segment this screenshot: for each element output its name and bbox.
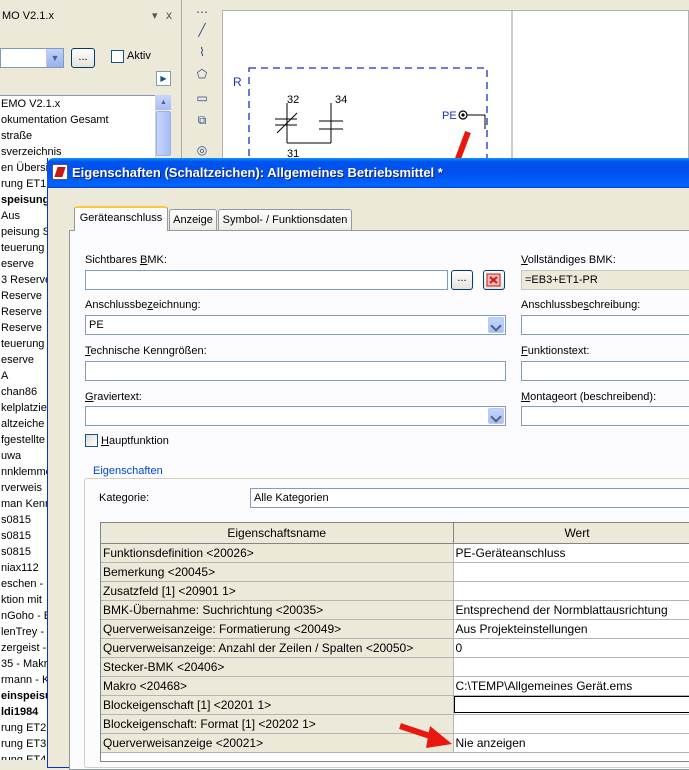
- clear-bmk-button[interactable]: [483, 270, 505, 290]
- callout-arrow: [399, 723, 452, 748]
- r-label: R: [233, 75, 242, 89]
- property-name-cell[interactable]: Querverweisanzeige: Formatierung <20049>: [101, 619, 454, 639]
- aktiv-label: Aktiv: [127, 50, 151, 62]
- aktiv-checkbox[interactable]: [111, 50, 124, 63]
- project-select[interactable]: ▼: [0, 48, 64, 68]
- anschlussbezeichnung-value: PE: [89, 319, 104, 331]
- grid-row[interactable]: Blockeigenschaft [1] <20201 1>: [101, 695, 689, 715]
- tab-anzeige[interactable]: Anzeige: [169, 209, 217, 231]
- column-header-value[interactable]: Wert: [453, 523, 689, 544]
- dialog-title: Eigenschaften (Schaltzeichen): Allgemein…: [72, 165, 443, 180]
- polygon-icon[interactable]: ⬠: [193, 66, 211, 82]
- grid-row[interactable]: Querverweisanzeige <20021> Nie anzeigen: [101, 733, 689, 753]
- grid-row[interactable]: BMK-Übernahme: Suchrichtung <20035> Entsp…: [101, 600, 689, 620]
- property-value-cell[interactable]: Nie anzeigen: [453, 733, 689, 753]
- grid-row[interactable]: Querverweisanzeige: Anzahl der Zeilen / …: [101, 638, 689, 658]
- column-header-name[interactable]: Eigenschaftsname: [101, 523, 454, 544]
- chevron-down-icon[interactable]: ▼: [46, 49, 63, 67]
- anschlussbezeichnung-label: Anschlussbezeichnung:: [85, 299, 201, 311]
- anschlussbezeichnung-combo[interactable]: PE: [85, 315, 506, 335]
- tab-symbol-funktionsdaten[interactable]: Symbol- / Funktionsdaten: [218, 209, 352, 231]
- technische-kenngroessen-input[interactable]: [85, 361, 506, 381]
- circle-icon[interactable]: ◎: [193, 142, 211, 158]
- chevron-down-icon[interactable]: [488, 408, 504, 424]
- property-value-cell[interactable]: [453, 714, 689, 734]
- funktionstext-input[interactable]: [521, 361, 689, 381]
- tab-geraeteanschluss[interactable]: Geräteanschluss: [74, 206, 168, 231]
- line-icon[interactable]: ╱: [193, 22, 211, 38]
- montageort-input[interactable]: [521, 406, 689, 426]
- eigenschaften-group-label: Eigenschaften: [91, 465, 165, 477]
- scroll-up-icon[interactable]: ▲: [156, 95, 171, 110]
- project-panel-title: MO V2.1.x: [2, 10, 54, 22]
- property-name-cell[interactable]: Funktionsdefinition <20026>: [101, 543, 454, 563]
- vollstaendiges-bmk-field: =EB3+ET1-PR: [521, 270, 689, 290]
- contact-label-32: 32: [287, 94, 299, 106]
- property-value-cell[interactable]: [453, 657, 689, 677]
- dotted-line-icon[interactable]: ⋯: [193, 4, 211, 20]
- property-value-cell[interactable]: [453, 562, 689, 582]
- tree-item[interactable]: EMO V2.1.x: [0, 96, 155, 112]
- graviertext-combo[interactable]: [85, 406, 506, 426]
- sichtbares-bmk-input[interactable]: [85, 270, 448, 290]
- property-name-cell[interactable]: Stecker-BMK <20406>: [101, 657, 454, 677]
- bmk-browse-button[interactable]: ...: [451, 270, 473, 290]
- kategorie-label: Kategorie:: [99, 492, 150, 504]
- property-name-cell[interactable]: Makro <20468>: [101, 676, 454, 696]
- property-name-cell[interactable]: Bemerkung <20045>: [101, 562, 454, 582]
- polyline-icon[interactable]: ⌇: [193, 44, 211, 60]
- contact-label-34: 34: [335, 94, 347, 106]
- property-value-cell[interactable]: Aus Projekteinstellungen: [453, 619, 689, 639]
- property-value-cell[interactable]: 0: [453, 638, 689, 658]
- montageort-label: Montageort (beschreibend):: [521, 391, 657, 403]
- grid-row[interactable]: Blockeigenschaft: Format [1] <20202 1>: [101, 714, 689, 734]
- sichtbares-bmk-label: Sichtbares BMK:: [85, 254, 167, 266]
- rectangle-icon[interactable]: ▭: [193, 90, 211, 106]
- graviertext-label: Graviertext:: [85, 391, 142, 403]
- chevron-down-icon[interactable]: [488, 317, 504, 333]
- properties-grid[interactable]: Eigenschaftsname Wert Funktionsdefinitio…: [100, 522, 689, 762]
- property-value-cell[interactable]: [453, 581, 689, 601]
- eplan-app-icon: [52, 164, 68, 180]
- grid-row[interactable]: Funktionsdefinition <20026> PE-Geräteansc…: [101, 543, 689, 563]
- tree-item[interactable]: okumentation Gesamt: [0, 112, 155, 128]
- grid-row[interactable]: Querverweisanzeige: Formatierung <20049>…: [101, 619, 689, 639]
- close-icon[interactable]: x: [166, 8, 172, 22]
- red-x-icon: [486, 273, 501, 287]
- funktionstext-label: Funktionstext:: [521, 345, 590, 357]
- property-name-cell[interactable]: Zusatzfeld [1] <20901 1>: [101, 581, 454, 601]
- hauptfunktion-label[interactable]: Hauptfunktion: [101, 435, 169, 447]
- hauptfunktion-checkbox[interactable]: [85, 434, 98, 447]
- grid-row[interactable]: Zusatzfeld [1] <20901 1>: [101, 581, 689, 601]
- property-value-cell[interactable]: Entsprechend der Normblattausrichtung: [453, 600, 689, 620]
- properties-grid-body: Funktionsdefinition <20026> PE-Geräteansc…: [101, 543, 689, 753]
- project-panel-header: MO V2.1.x ▾ x: [0, 8, 180, 26]
- pin-icon[interactable]: ▾: [152, 9, 158, 22]
- grid-row[interactable]: Stecker-BMK <20406>: [101, 657, 689, 677]
- kategorie-combo[interactable]: Alle Kategorien: [250, 488, 689, 508]
- grid-row[interactable]: Makro <20468> C:\TEMP\Allgemeines Gerät.e…: [101, 676, 689, 696]
- anschlussbeschreibung-input[interactable]: [521, 315, 689, 335]
- property-name-cell[interactable]: BMK-Übernahme: Suchrichtung <20035>: [101, 600, 454, 620]
- tree-item[interactable]: straße: [0, 128, 155, 144]
- browse-project-button[interactable]: ...: [71, 48, 95, 68]
- property-value-cell[interactable]: C:\TEMP\Allgemeines Gerät.ems: [453, 676, 689, 696]
- vollstaendiges-bmk-label: Vollständiges BMK:: [521, 254, 616, 266]
- play-icon[interactable]: ▶: [156, 71, 171, 86]
- property-name-cell[interactable]: Querverweisanzeige: Anzahl der Zeilen / …: [101, 638, 454, 658]
- property-name-cell[interactable]: Blockeigenschaft [1] <20201 1>: [101, 695, 454, 715]
- technische-kenngroessen-label: Technische Kenngrößen:: [85, 345, 207, 357]
- anschlussbeschreibung-label: Anschlussbeschreibung:: [521, 299, 641, 311]
- pe-label: PE: [442, 110, 457, 122]
- grid-row[interactable]: Bemerkung <20045>: [101, 562, 689, 582]
- move-icon[interactable]: ⧉: [193, 112, 211, 128]
- property-value-cell[interactable]: PE-Geräteanschluss: [453, 543, 689, 563]
- scrollbar-thumb[interactable]: [156, 111, 171, 156]
- property-value-cell[interactable]: [453, 695, 689, 715]
